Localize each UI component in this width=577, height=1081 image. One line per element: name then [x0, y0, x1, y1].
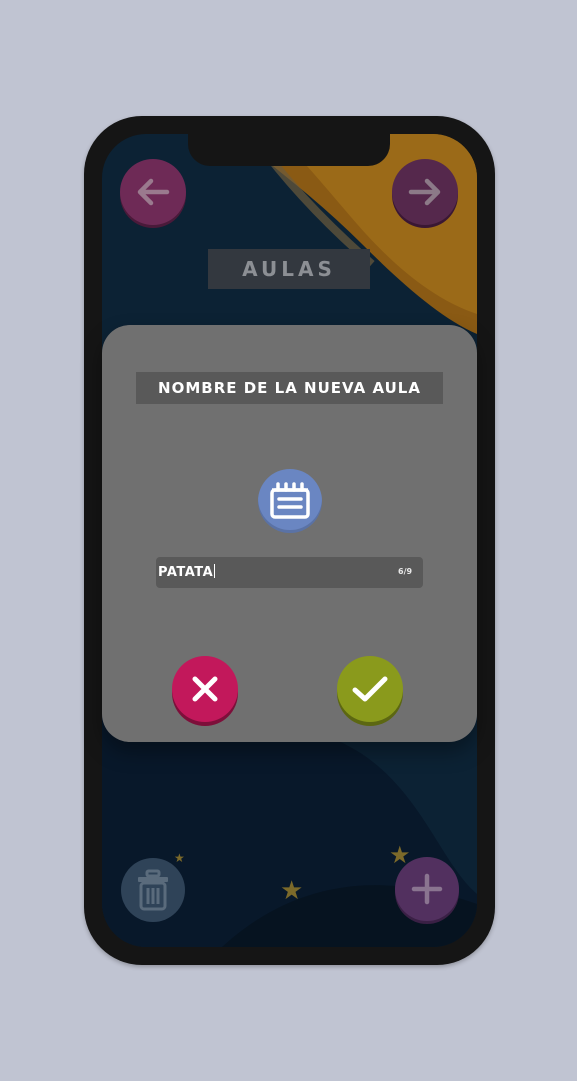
phone-notch: [188, 134, 390, 166]
arrow-right-icon: [408, 178, 441, 206]
star-icon: ★: [280, 876, 304, 906]
character-counter: 6/9: [398, 567, 413, 576]
trash-icon: [138, 869, 168, 911]
input-text: PATATA: [158, 565, 214, 580]
classroom-board-icon: [270, 482, 310, 519]
plus-icon: [411, 873, 443, 905]
add-button[interactable]: [395, 857, 459, 921]
delete-button[interactable]: [121, 858, 185, 922]
page-title: AULAS: [208, 249, 370, 289]
close-icon: [192, 676, 218, 702]
dialog-title: NOMBRE DE LA NUEVA AULA: [136, 372, 443, 404]
text-caret: [214, 564, 216, 578]
star-icon: ★: [174, 851, 185, 865]
arrow-left-icon: [137, 178, 170, 206]
back-button[interactable]: [120, 159, 186, 225]
confirm-button[interactable]: [337, 656, 403, 722]
classroom-icon-button[interactable]: [258, 469, 322, 533]
check-icon: [352, 676, 388, 702]
cancel-button[interactable]: [172, 656, 238, 722]
classroom-name-value[interactable]: PATATA: [158, 564, 216, 580]
forward-button[interactable]: [392, 159, 458, 225]
